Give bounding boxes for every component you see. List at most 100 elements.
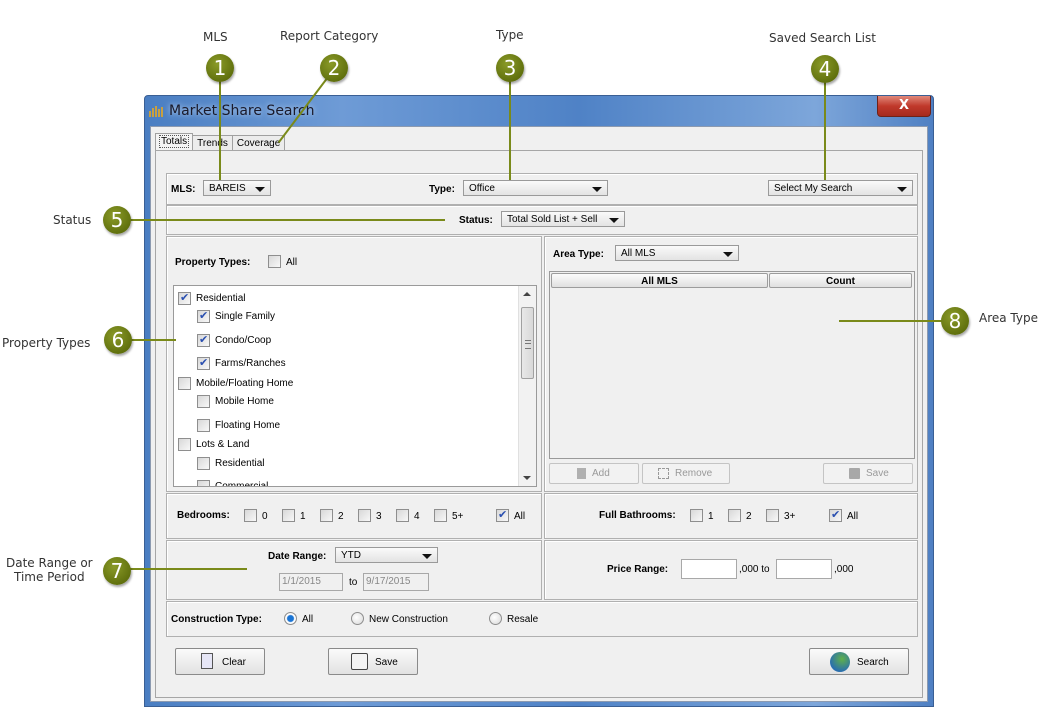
tab-trends[interactable]: Trends	[192, 135, 233, 151]
price-range-panel: Price Range: ,000 to ,000	[544, 540, 918, 600]
mls-select-value: BAREIS	[209, 183, 246, 194]
date-to-field[interactable]: 9/17/2015	[363, 573, 429, 591]
date-from-field[interactable]: 1/1/2015	[279, 573, 343, 591]
chevron-down-icon	[255, 187, 265, 192]
add-area-button[interactable]: Add	[549, 463, 639, 484]
new-document-icon	[201, 653, 213, 669]
price-range-label: Price Range:	[607, 564, 669, 575]
bedrooms-1-label: 1	[300, 511, 306, 522]
floppy-disk-icon	[849, 468, 860, 479]
property-type-checkbox[interactable]	[197, 356, 210, 370]
annotation-label-area-type: Area Type	[979, 311, 1038, 325]
annotation-label-status: Status	[53, 213, 92, 227]
mls-select[interactable]: BAREIS	[203, 180, 271, 196]
property-types-panel: Property Types: All Residential Single F…	[166, 236, 542, 492]
status-label: Status:	[459, 215, 493, 226]
price-min-field[interactable]	[681, 559, 737, 579]
property-types-scrollbar[interactable]	[518, 286, 536, 486]
bathrooms-all-checkbox[interactable]	[829, 508, 842, 522]
date-range-select-value: YTD	[341, 550, 361, 561]
property-type-checkbox[interactable]	[197, 457, 210, 470]
annotation-label-report-category: Report Category	[280, 29, 379, 43]
date-range-select[interactable]: YTD	[335, 547, 438, 563]
annotation-badge-3: 3	[496, 54, 524, 82]
bathrooms-3plus-checkbox[interactable]	[766, 509, 779, 522]
annotation-badge-1: 1	[206, 54, 234, 82]
area-type-panel: Area Type: All MLS All MLS Count Add Rem…	[544, 236, 918, 492]
property-type-label: Floating Home	[215, 420, 281, 431]
add-document-icon	[577, 468, 586, 479]
market-share-search-window: Market Share Search X Totals Trends Cove…	[144, 95, 934, 707]
property-type-checkbox[interactable]	[197, 419, 210, 432]
property-type-checkbox[interactable]	[197, 480, 210, 486]
tab-totals[interactable]: Totals	[155, 133, 194, 151]
search-button[interactable]: Search	[809, 648, 909, 675]
save-area-button[interactable]: Save	[823, 463, 913, 484]
column-header-all-mls[interactable]: All MLS	[551, 273, 768, 288]
bathrooms-all-label: All	[847, 511, 859, 522]
remove-area-button[interactable]: Remove	[642, 463, 730, 484]
chevron-down-icon	[422, 554, 432, 559]
property-type-checkbox[interactable]	[178, 377, 191, 390]
construction-resale-radio[interactable]	[489, 612, 502, 625]
property-type-checkbox[interactable]	[197, 395, 210, 408]
price-suffix-to: ,000 to	[739, 564, 770, 575]
annotation-leader-8	[839, 320, 942, 322]
annotation-leader-4	[824, 82, 826, 180]
grip-icon	[525, 340, 531, 349]
bedrooms-4-checkbox[interactable]	[396, 509, 409, 522]
scrollbar-thumb[interactable]	[521, 307, 534, 379]
property-type-label: Condo/Coop	[215, 335, 272, 346]
property-types-all-checkbox[interactable]	[268, 255, 281, 268]
property-types-label: Property Types:	[175, 257, 251, 268]
clear-button[interactable]: Clear	[175, 648, 265, 675]
annotation-label-mls: MLS	[203, 30, 228, 44]
annotation-badge-5: 5	[103, 206, 131, 234]
property-types-all-label: All	[286, 257, 298, 268]
bathrooms-1-label: 1	[708, 511, 714, 522]
construction-new-radio[interactable]	[351, 612, 364, 625]
annotation-leader-6	[131, 339, 176, 341]
property-type-checkbox[interactable]	[178, 438, 191, 451]
save-area-label: Save	[866, 468, 889, 479]
property-type-label: Lots & Land	[196, 439, 250, 450]
bathrooms-2-checkbox[interactable]	[728, 509, 741, 522]
close-button[interactable]: X	[877, 96, 931, 117]
property-type-checkbox[interactable]	[197, 309, 210, 323]
tab-coverage[interactable]: Coverage	[231, 135, 286, 151]
bedrooms-3-checkbox[interactable]	[358, 509, 371, 522]
property-type-label: Mobile Home	[215, 396, 274, 407]
saved-search-select[interactable]: Select My Search	[768, 180, 913, 196]
annotation-label-date-line2: Time Period	[14, 570, 85, 584]
annotation-badge-2: 2	[320, 54, 348, 82]
bedrooms-all-checkbox[interactable]	[496, 508, 509, 522]
property-type-label: Single Family	[215, 311, 276, 322]
bedrooms-2-checkbox[interactable]	[320, 509, 333, 522]
bathrooms-1-checkbox[interactable]	[690, 509, 703, 522]
price-max-field[interactable]	[776, 559, 832, 579]
property-type-label: Mobile/Floating Home	[196, 378, 294, 389]
bedrooms-0-checkbox[interactable]	[244, 509, 257, 522]
bedrooms-1-checkbox[interactable]	[282, 509, 295, 522]
status-select-value: Total Sold List + Sell	[507, 214, 598, 225]
construction-all-radio[interactable]	[284, 612, 297, 625]
annotation-leader-7	[130, 568, 247, 570]
status-select[interactable]: Total Sold List + Sell	[501, 211, 625, 227]
scroll-down-arrow-icon[interactable]	[523, 476, 531, 480]
column-header-count[interactable]: Count	[769, 273, 912, 288]
save-button[interactable]: Save	[328, 648, 418, 675]
type-select[interactable]: Office	[463, 180, 608, 196]
remove-area-label: Remove	[675, 468, 713, 479]
bedrooms-0-label: 0	[262, 511, 268, 522]
area-type-select[interactable]: All MLS	[615, 245, 739, 261]
property-type-checkbox[interactable]	[178, 291, 191, 305]
construction-type-label: Construction Type:	[171, 614, 262, 625]
scroll-up-arrow-icon[interactable]	[523, 292, 531, 296]
annotation-label-type: Type	[496, 28, 524, 42]
bedrooms-5plus-checkbox[interactable]	[434, 509, 447, 522]
bedrooms-panel: Bedrooms: 0 1 2 3 4 5+ All	[166, 493, 542, 539]
bathrooms-panel: Full Bathrooms: 1 2 3+ All	[544, 493, 918, 539]
property-type-checkbox[interactable]	[197, 333, 210, 347]
binoculars-globe-icon	[830, 652, 850, 672]
window-title: Market Share Search	[169, 103, 315, 119]
